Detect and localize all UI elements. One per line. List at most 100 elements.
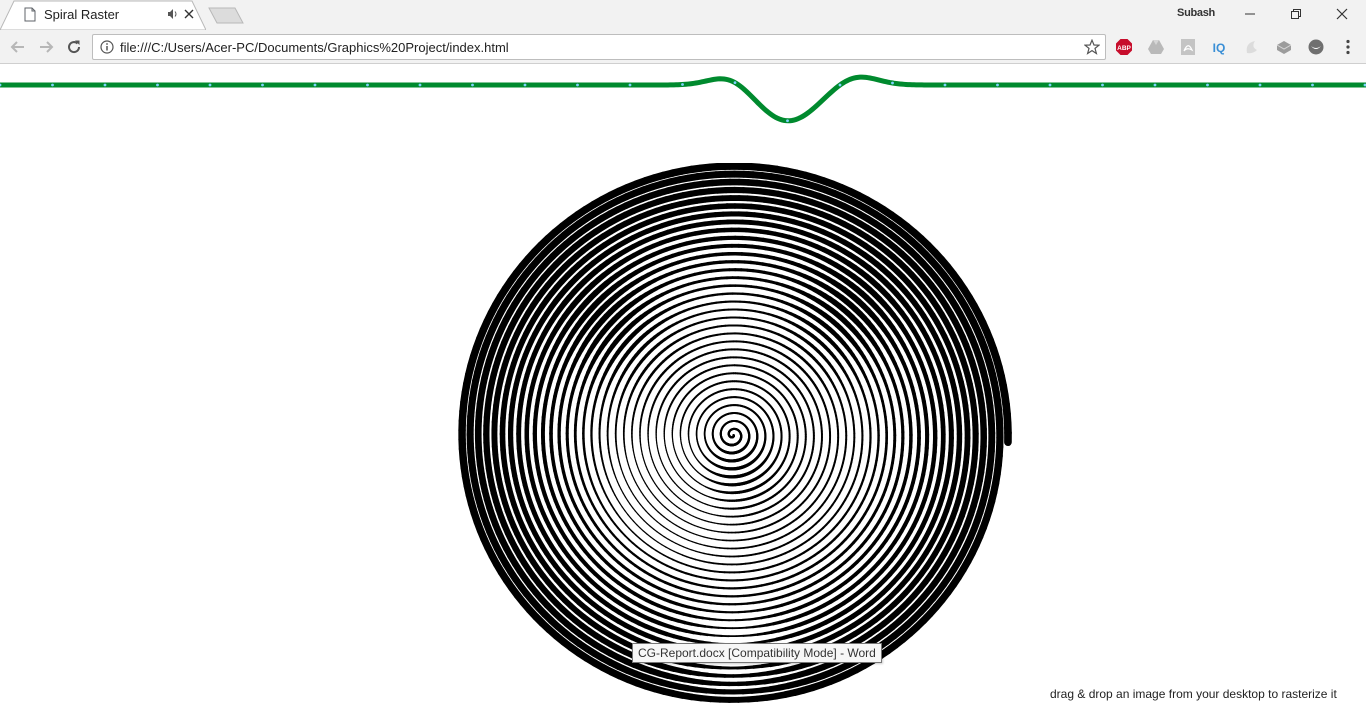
spiral-segment <box>656 521 662 525</box>
spiral-segment <box>639 527 645 532</box>
spiral-segment <box>616 481 620 487</box>
wave-line[interactable] <box>0 65 1366 135</box>
wave-dot <box>1153 83 1157 87</box>
info-icon[interactable] <box>100 40 114 54</box>
wave-dot <box>1258 83 1262 87</box>
spiral-segment <box>620 488 624 494</box>
wave-dot <box>1048 83 1052 87</box>
wave-dot <box>313 83 317 87</box>
spiral-segment <box>625 479 629 485</box>
spiral-segment <box>680 536 686 540</box>
spiral-segment <box>650 515 655 520</box>
kebab-menu-icon[interactable] <box>1341 39 1355 55</box>
spiral-segment <box>639 503 644 509</box>
wave-dot <box>366 83 369 87</box>
spiral-segment <box>681 554 688 558</box>
spiral-segment <box>653 518 658 523</box>
spiral-segment <box>624 496 629 502</box>
wave-dot <box>471 83 474 87</box>
close-icon <box>1336 8 1348 20</box>
tab-title: Spiral Raster <box>44 7 120 22</box>
spiral-segment <box>637 500 641 506</box>
spiral-segment <box>690 549 697 552</box>
adblock-plus-icon[interactable]: ABP <box>1115 38 1133 56</box>
forward-arrow-icon[interactable] <box>37 38 55 56</box>
spiral-segment <box>661 544 667 548</box>
spiral-segment <box>632 520 638 526</box>
spiral-segment <box>656 531 662 536</box>
spiral-segment <box>649 536 655 541</box>
tab-spiral-raster[interactable]: Spiral Raster <box>0 0 206 30</box>
spiral-segment <box>691 541 697 544</box>
spiral-segment <box>657 541 663 546</box>
extension-icon[interactable] <box>1307 38 1325 56</box>
spiral-segment <box>667 538 673 542</box>
window-close-button[interactable] <box>1319 0 1365 28</box>
wave-dot <box>1101 83 1104 87</box>
wave-dot <box>523 83 527 87</box>
new-tab-button[interactable] <box>208 7 244 24</box>
url-text[interactable]: file:///C:/Users/Acer-PC/Documents/Graph… <box>120 40 509 55</box>
restore-icon <box>1291 9 1301 19</box>
spiral-segment <box>631 531 637 537</box>
wave-dot <box>996 83 999 87</box>
spiral-segment <box>626 483 630 489</box>
spiral-segment <box>621 506 626 512</box>
wave-dot <box>418 83 422 87</box>
spiral-segment <box>653 528 658 533</box>
spiral-segment <box>663 536 669 540</box>
abp-label: ABP <box>1117 45 1131 52</box>
spiral-segment <box>646 533 652 538</box>
extension-icon[interactable] <box>1275 38 1293 56</box>
spiral-segment <box>619 502 623 508</box>
spiral-segment <box>635 534 641 540</box>
minimize-icon <box>1245 13 1255 15</box>
wave-dot <box>838 83 842 87</box>
star-icon[interactable] <box>1084 39 1100 55</box>
spiral-segment <box>618 485 622 491</box>
profile-name[interactable]: Subash <box>1170 7 1222 19</box>
iq-label: IQ <box>1213 41 1226 55</box>
spiral-segment <box>646 523 652 528</box>
spiral-segment <box>676 534 682 538</box>
wave-dot <box>208 83 212 87</box>
spiral-segment <box>645 510 649 515</box>
spiral-segment <box>634 510 639 515</box>
spiral-segment <box>669 530 675 534</box>
wave-dot <box>681 83 684 86</box>
wave-dot <box>733 81 737 85</box>
spiral-segment <box>647 513 652 518</box>
tab-strip: Spiral Raster Subash <box>0 0 1366 30</box>
back-arrow-icon[interactable] <box>9 38 27 56</box>
close-icon[interactable] <box>184 9 194 19</box>
restore-button[interactable] <box>1273 0 1319 28</box>
extension-icon[interactable] <box>1243 38 1261 56</box>
spiral-segment <box>636 524 641 529</box>
spiral-segment <box>699 543 705 546</box>
page-icon <box>24 7 36 22</box>
spiral-segment <box>695 550 701 554</box>
spiral-segment <box>684 538 690 541</box>
spiral-group <box>458 163 1012 703</box>
wave-dot <box>103 83 107 87</box>
spiral-segment <box>678 544 685 548</box>
spiral-segment <box>653 539 659 543</box>
spiral-segment <box>749 633 759 637</box>
spiral-segment <box>671 540 677 544</box>
speaker-icon[interactable] <box>167 8 179 20</box>
minimize-button[interactable] <box>1227 0 1273 28</box>
spiral-raster-canvas[interactable] <box>440 163 1020 723</box>
spiral-segment <box>642 540 649 546</box>
wave-dot <box>156 83 159 87</box>
iq-icon[interactable]: IQ <box>1210 38 1228 56</box>
google-drive-icon[interactable] <box>1147 38 1165 56</box>
address-bar[interactable]: file:///C:/Users/Acer-PC/Documents/Graph… <box>92 34 1106 60</box>
spiral-segment <box>623 476 627 482</box>
spiral-segment <box>742 634 752 637</box>
wave-dot <box>891 81 894 85</box>
browser-toolbar: file:///C:/Users/Acer-PC/Documents/Graph… <box>0 30 1366 64</box>
pdf-icon[interactable] <box>1179 38 1197 56</box>
spiral-segment <box>674 542 681 546</box>
reload-icon[interactable] <box>65 38 83 56</box>
spiral-segment <box>627 500 631 505</box>
